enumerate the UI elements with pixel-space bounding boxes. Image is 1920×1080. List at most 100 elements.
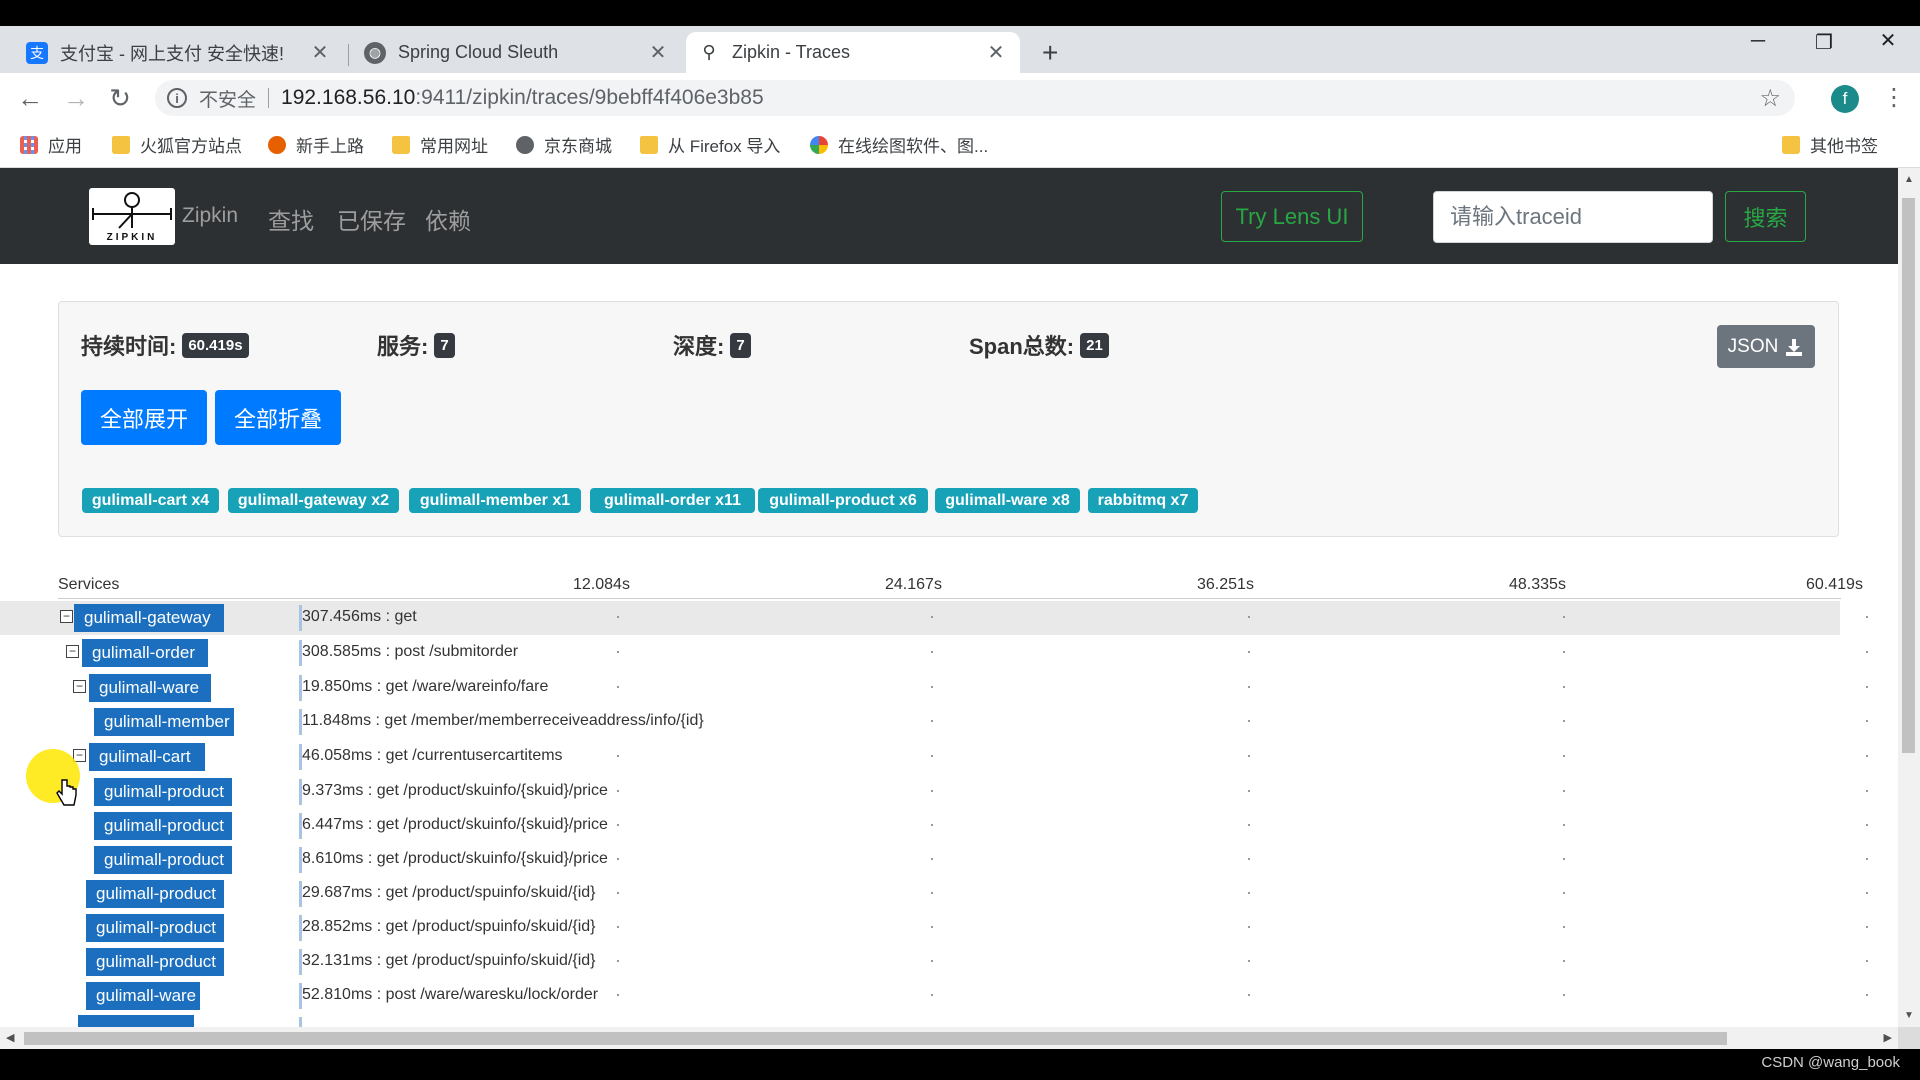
back-icon[interactable]: ← [14, 83, 46, 113]
info-icon[interactable]: i [167, 88, 187, 108]
span-row[interactable]: gulimall-product 8.610ms : get /product/… [0, 843, 1898, 877]
span-row[interactable]: gulimall-member 11.848ms : get /member/m… [0, 705, 1898, 739]
security-status[interactable]: 不安全 [199, 85, 256, 112]
menu-icon[interactable]: ⋮ [1882, 81, 1906, 115]
span-service-label[interactable]: gulimall-product [86, 948, 224, 976]
collapse-toggle-icon[interactable]: − [66, 645, 79, 658]
span-service-label[interactable]: gulimall-ware [89, 674, 211, 702]
collapse-all-button[interactable]: 全部折叠 [215, 390, 341, 445]
bookmark-apps[interactable]: 应用 [20, 132, 82, 157]
vertical-scrollbar[interactable]: ▲ ▼ [1898, 168, 1920, 1027]
nav-link-find[interactable]: 查找 [268, 202, 314, 236]
brand-link[interactable]: Zipkin [182, 204, 238, 228]
span-row[interactable]: gulimall-product 32.131ms : get /product… [0, 945, 1898, 979]
apps-grid-icon [20, 135, 38, 154]
service-filter-badge[interactable]: gulimall-ware x8 [935, 488, 1080, 513]
span-service-label[interactable]: gulimall-product [86, 880, 224, 908]
restore-icon[interactable]: ❐ [1804, 30, 1844, 55]
span-service-label[interactable]: gulimall-product [86, 914, 224, 942]
span-row[interactable]: − gulimall-order 308.585ms : post /submi… [0, 636, 1898, 670]
service-filter-badge[interactable]: gulimall-cart x4 [82, 488, 219, 513]
services-label: 服务: [377, 334, 429, 359]
span-service-label[interactable]: gulimall-gateway [74, 604, 224, 632]
scroll-left-icon[interactable]: ◀ [6, 1031, 14, 1044]
bookmark-firefox-site[interactable]: 火狐官方站点 [112, 132, 242, 157]
scroll-right-icon[interactable]: ▶ [1884, 1031, 1892, 1044]
zipkin-icon: ⚲ [702, 42, 716, 62]
span-row[interactable]: gulimall-product 9.373ms : get /product/… [0, 775, 1898, 809]
nav-link-dependencies[interactable]: 依赖 [425, 202, 471, 236]
span-row[interactable]: gulimall-ware 52.810ms : post /ware/ware… [0, 979, 1898, 1013]
timeline-tick: 60.419s [1806, 576, 1863, 593]
timeline-gridline-dot [1563, 686, 1565, 688]
scroll-down-icon[interactable]: ▼ [1904, 1010, 1914, 1021]
span-row[interactable]: gulimall-product 6.447ms : get /product/… [0, 809, 1898, 843]
span-row[interactable]: − gulimall-gateway 307.456ms : get [0, 601, 1868, 635]
span-service-label[interactable] [78, 1015, 194, 1027]
tab-spring-cloud-sleuth[interactable]: ◍ Spring Cloud Sleuth ✕ [352, 32, 682, 73]
span-row[interactable]: gulimall-product 28.852ms : get /product… [0, 911, 1898, 945]
timeline-gridline-dot [1563, 720, 1565, 722]
collapse-toggle-icon[interactable]: − [60, 610, 73, 623]
close-icon[interactable]: ✕ [646, 40, 670, 65]
expand-all-button[interactable]: 全部展开 [81, 390, 207, 445]
trace-summary-panel: 持续时间: 60.419s 服务: 7 深度: 7 Span总数: 21 JSO… [58, 301, 1839, 537]
span-row[interactable]: − gulimall-cart 46.058ms : get /currentu… [0, 740, 1898, 774]
bookmark-label: 从 Firefox 导入 [668, 137, 781, 156]
scrollbar-thumb[interactable] [1902, 198, 1915, 753]
bookmark-other[interactable]: 其他书签 [1782, 132, 1878, 157]
bookmark-star-icon[interactable]: ☆ [1759, 84, 1781, 113]
json-download-button[interactable]: JSON [1717, 325, 1815, 368]
profile-avatar[interactable]: f [1831, 85, 1859, 113]
service-filter-badge[interactable]: rabbitmq x7 [1088, 488, 1198, 513]
tab-zipkin-traces[interactable]: ⚲ Zipkin - Traces ✕ [686, 32, 1020, 73]
span-service-label[interactable]: gulimall-member [94, 708, 234, 736]
service-filter-badge[interactable]: gulimall-member x1 [409, 488, 581, 513]
close-icon[interactable]: ✕ [984, 40, 1008, 65]
try-lens-ui-button[interactable]: Try Lens UI [1221, 191, 1363, 242]
span-row-partial[interactable] [0, 1013, 1898, 1027]
nav-link-saved[interactable]: 已保存 [337, 202, 406, 236]
bookmark-firefox-import[interactable]: 从 Firefox 导入 [640, 132, 780, 157]
span-service-label[interactable]: gulimall-product [94, 812, 232, 840]
minimize-icon[interactable]: ─ [1738, 30, 1778, 53]
timeline-gridline-dot [1563, 755, 1565, 757]
span-duration-bar [299, 1017, 302, 1027]
bookmark-getting-started[interactable]: 新手上路 [268, 132, 364, 157]
collapse-toggle-icon[interactable]: − [73, 680, 86, 693]
service-filter-badge[interactable]: gulimall-gateway x2 [228, 488, 399, 513]
horizontal-scrollbar[interactable]: ◀ ▶ [0, 1027, 1898, 1049]
span-count-label: Span总数: [969, 334, 1075, 359]
bookmark-drawing-tool[interactable]: 在线绘图软件、图... [810, 132, 988, 157]
zipkin-logo[interactable]: ZIPKIN [89, 188, 175, 245]
new-tab-button[interactable]: + [1030, 32, 1074, 73]
timeline-gridline-dot [617, 651, 619, 653]
service-filter-badge[interactable]: gulimall-product x6 [758, 488, 928, 513]
timeline-gridline-dot [1248, 960, 1250, 962]
scroll-up-icon[interactable]: ▲ [1904, 174, 1914, 185]
traceid-search-input[interactable] [1433, 191, 1713, 243]
span-row[interactable]: gulimall-product 29.687ms : get /product… [0, 877, 1898, 911]
search-button[interactable]: 搜索 [1725, 191, 1806, 242]
forward-icon[interactable]: → [60, 83, 92, 113]
services-badge: 7 [434, 332, 455, 358]
depth-label: 深度: [673, 334, 725, 359]
bookmark-jd[interactable]: 京东商城 [516, 132, 612, 157]
span-service-label[interactable]: gulimall-product [94, 846, 232, 874]
reload-icon[interactable]: ↻ [104, 83, 136, 113]
timeline-gridline-dot [1248, 755, 1250, 757]
span-row[interactable]: − gulimall-ware 19.850ms : get /ware/war… [0, 671, 1898, 705]
span-service-label[interactable]: gulimall-ware [86, 982, 200, 1010]
address-bar[interactable]: i 不安全 192.168.56.10 :9411/zipkin/traces/… [155, 80, 1795, 116]
span-service-label[interactable]: gulimall-cart [89, 743, 205, 771]
scrollbar-thumb[interactable] [24, 1032, 1727, 1045]
service-filter-badge[interactable]: gulimall-order x11 [590, 488, 755, 513]
span-service-label[interactable]: gulimall-order [82, 639, 208, 667]
close-window-icon[interactable]: ✕ [1868, 28, 1908, 53]
close-icon[interactable]: ✕ [308, 40, 332, 65]
timeline-gridline-dot [1866, 686, 1868, 688]
span-name: 29.687ms : get /product/spuinfo/skuid/{i… [302, 884, 596, 901]
tab-alipay[interactable]: 支 支付宝 - 网上支付 安全快速! ✕ [14, 32, 344, 73]
span-service-label[interactable]: gulimall-product [94, 778, 232, 806]
bookmark-common-sites[interactable]: 常用网址 [392, 132, 488, 157]
